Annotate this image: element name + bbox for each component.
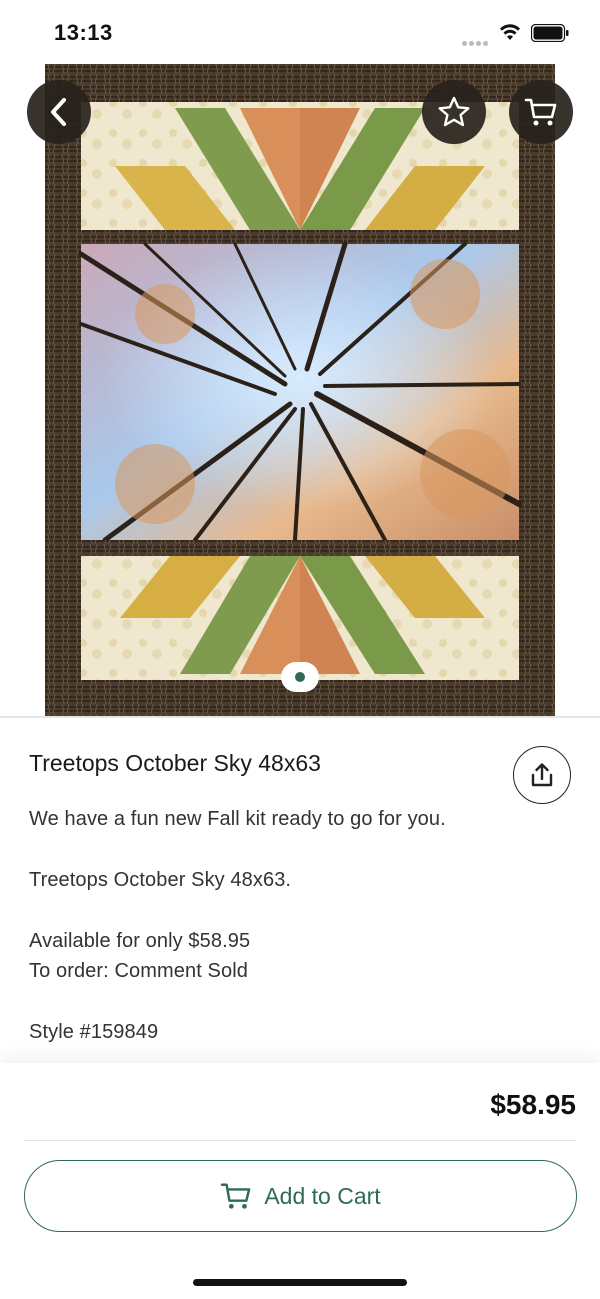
cart-icon bbox=[221, 1183, 251, 1209]
status-bar: 13:13 bbox=[0, 0, 600, 64]
product-image[interactable] bbox=[45, 64, 555, 716]
add-to-cart-button[interactable]: Add to Cart bbox=[24, 1160, 577, 1232]
divider bbox=[24, 1140, 576, 1141]
cart-button[interactable] bbox=[509, 80, 573, 144]
favorite-button[interactable] bbox=[422, 80, 486, 144]
cart-icon bbox=[524, 98, 557, 126]
home-indicator[interactable] bbox=[193, 1279, 407, 1286]
chevron-left-icon bbox=[51, 98, 66, 126]
add-to-cart-label: Add to Cart bbox=[264, 1182, 381, 1209]
share-button[interactable] bbox=[513, 746, 571, 804]
description-line: To order: Comment Sold bbox=[29, 960, 248, 982]
description-line: Treetops October Sky 48x63. bbox=[29, 869, 292, 891]
battery-icon bbox=[531, 24, 569, 42]
share-icon bbox=[531, 763, 553, 787]
product-title: Treetops October Sky 48x63 bbox=[29, 750, 321, 776]
star-icon bbox=[438, 96, 470, 127]
product-price: $58.95 bbox=[490, 1089, 576, 1120]
pager-dot-active bbox=[295, 672, 305, 682]
back-button[interactable] bbox=[27, 80, 91, 144]
status-time: 13:13 bbox=[54, 20, 113, 45]
description-line: We have a fun new Fall kit ready to go f… bbox=[29, 808, 446, 830]
divider bbox=[0, 716, 600, 718]
wifi-icon bbox=[500, 24, 520, 40]
description-line: Available for only $58.95 bbox=[29, 930, 251, 952]
image-pager[interactable] bbox=[281, 662, 319, 692]
signal-dots-icon bbox=[462, 33, 490, 46]
description-line: Style #159849 bbox=[29, 1021, 159, 1043]
